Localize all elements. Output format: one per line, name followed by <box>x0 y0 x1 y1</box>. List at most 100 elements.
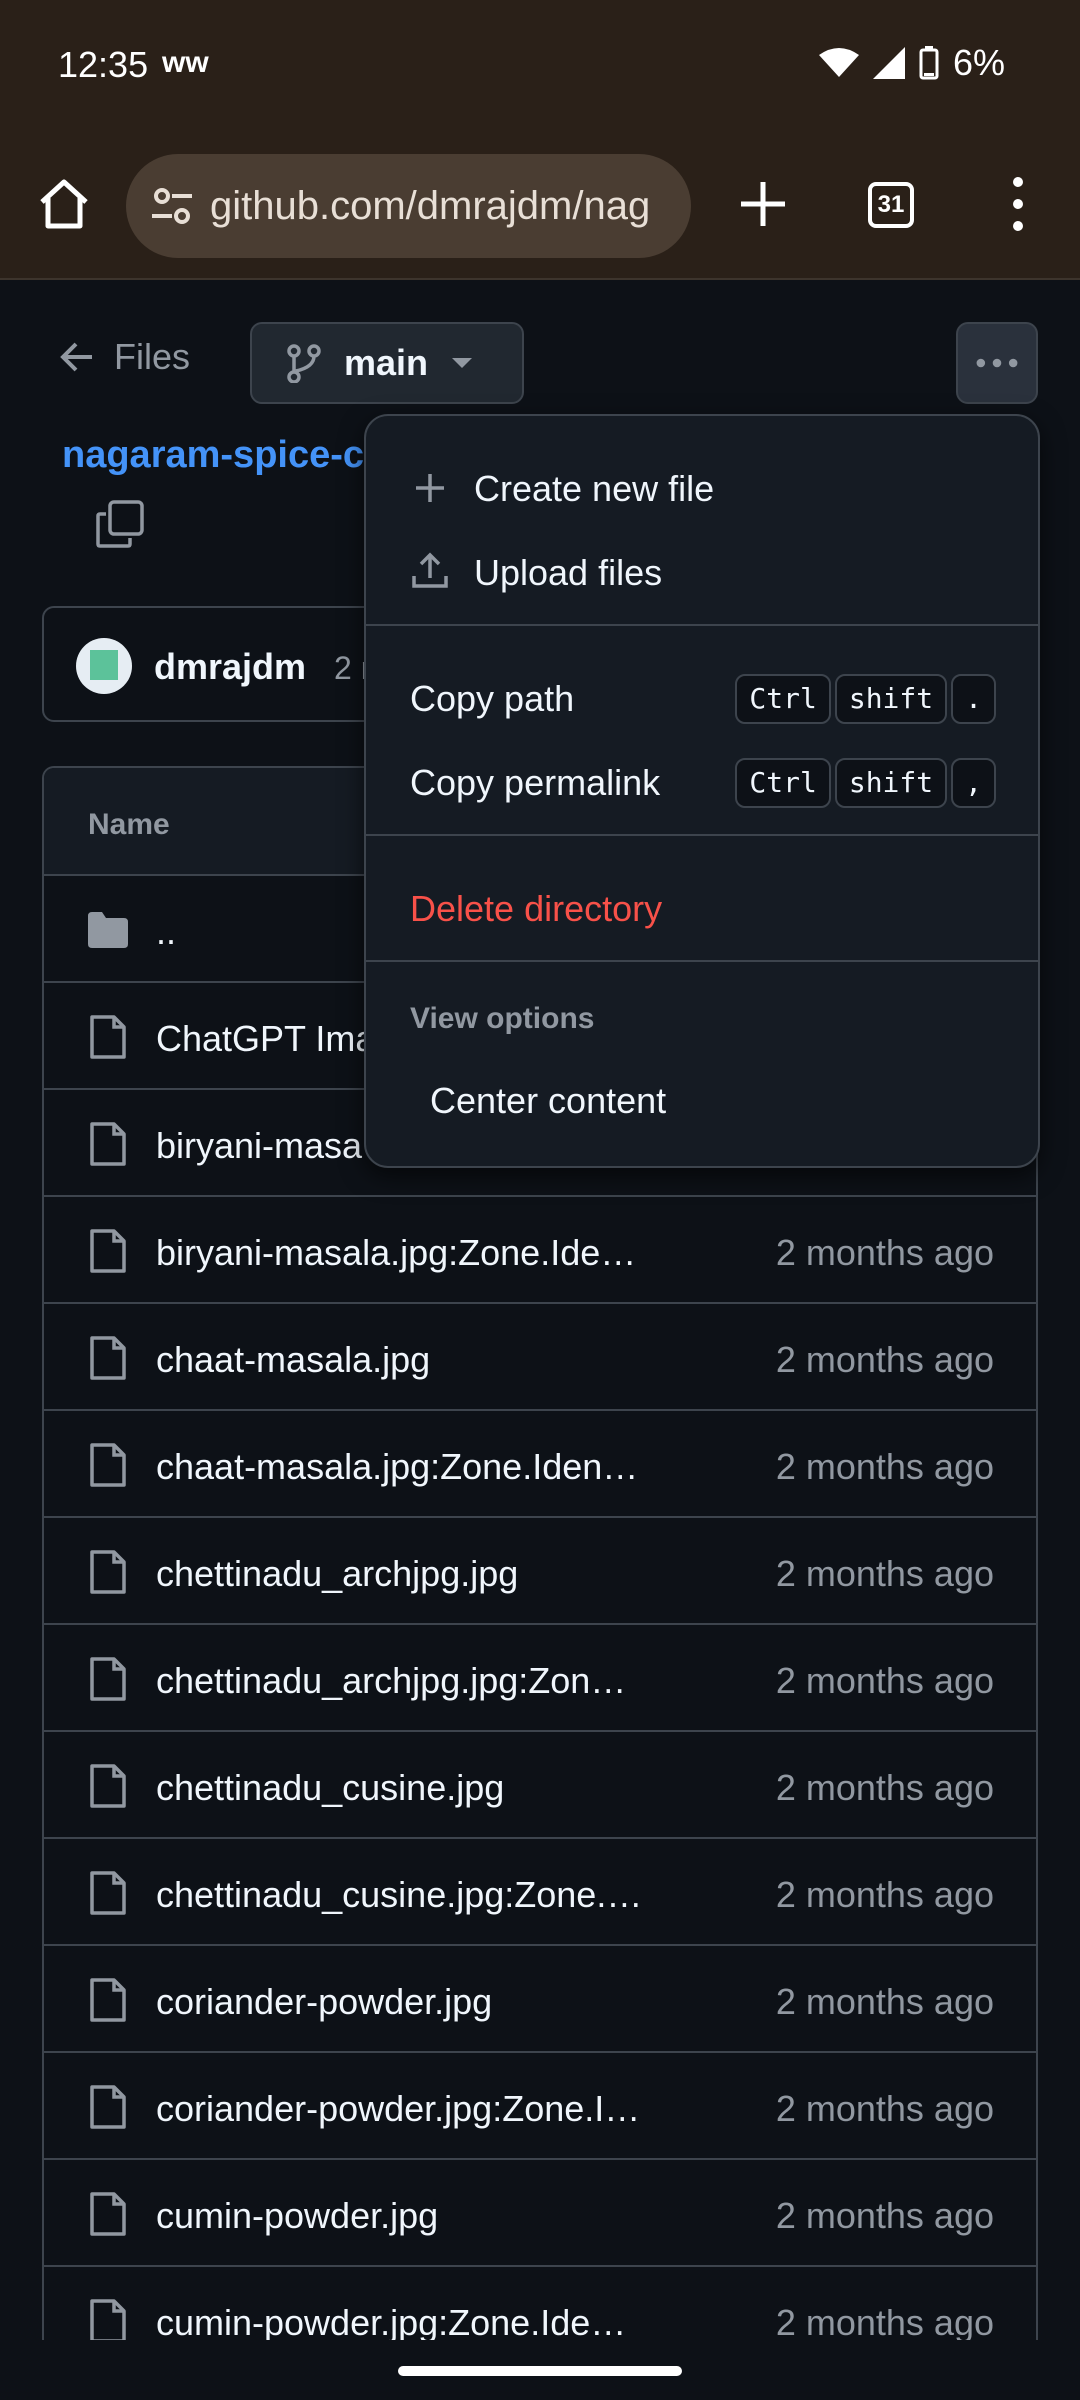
file-name[interactable]: biryani-masa <box>156 1125 362 1167</box>
table-row[interactable]: chaat-masala.jpg 2 months ago <box>44 1304 1036 1411</box>
copy-permalink-shortcut: Ctrl shift , <box>735 758 996 808</box>
file-date: 2 months ago <box>775 2195 994 2236</box>
new-tab-icon[interactable] <box>733 174 793 234</box>
file-name[interactable]: biryani-masala.jpg:Zone.Ide… <box>156 1232 636 1274</box>
git-branch-icon <box>287 344 321 383</box>
tab-switcher-button[interactable]: 31 <box>868 182 914 228</box>
avatar[interactable] <box>76 638 132 694</box>
file-name[interactable]: ChatGPT Ima <box>156 1018 375 1060</box>
file-icon <box>90 1443 126 1487</box>
table-row[interactable]: chettinadu_archjpg.jpg:Zon… 2 months ago <box>44 1625 1036 1732</box>
browser-toolbar: github.com/dmrajdm/nag 31 <box>0 130 1080 280</box>
signal-icon <box>872 47 905 79</box>
file-icon <box>90 1336 126 1380</box>
table-row[interactable]: chettinadu_cusine.jpg 2 months ago <box>44 1732 1036 1839</box>
plus-icon <box>416 474 444 502</box>
table-row[interactable]: cumin-powder.jpg 2 months ago <box>44 2160 1036 2267</box>
file-icon <box>90 2192 126 2236</box>
copy-icon[interactable] <box>96 500 144 548</box>
file-icon <box>90 1122 126 1166</box>
table-row[interactable]: chettinadu_cusine.jpg:Zone.… 2 months ago <box>44 1839 1036 1946</box>
file-icon <box>90 1015 126 1059</box>
table-row[interactable]: coriander-powder.jpg:Zone.I… 2 months ago <box>44 2053 1036 2160</box>
upload-icon <box>412 552 448 588</box>
file-date: 2 months ago <box>775 2302 994 2340</box>
kbd-key: Ctrl <box>735 674 831 724</box>
files-back-link[interactable]: Files <box>60 336 190 378</box>
table-row[interactable]: cumin-powder.jpg:Zone.Ide… 2 months ago <box>44 2267 1036 2340</box>
file-name[interactable]: coriander-powder.jpg <box>156 1981 492 2023</box>
file-name[interactable]: chettinadu_cusine.jpg <box>156 1767 504 1809</box>
wifi-icon <box>818 48 859 77</box>
app-badge-icon: ww <box>162 46 209 79</box>
file-date: 2 months ago <box>775 1767 994 1808</box>
file-date: 2 months ago <box>775 1232 994 1273</box>
table-row[interactable]: chettinadu_archjpg.jpg 2 months ago <box>44 1518 1036 1625</box>
site-settings-icon[interactable] <box>150 184 194 228</box>
delete-directory-item[interactable]: Delete directory <box>366 866 1038 950</box>
upload-files-label: Upload files <box>474 552 663 593</box>
kbd-key: . <box>951 674 996 724</box>
status-icons: 6% <box>818 42 1005 84</box>
file-date: 2 months ago <box>775 1874 994 1915</box>
files-label: Files <box>114 336 191 377</box>
home-icon[interactable] <box>34 174 94 234</box>
repo-breadcrumb-link[interactable]: nagaram-spice-c <box>62 434 372 477</box>
upload-files-item[interactable]: Upload files <box>366 530 1038 614</box>
kbd-key: , <box>951 758 996 808</box>
file-icon <box>90 2299 126 2340</box>
file-name[interactable]: chaat-masala.jpg <box>156 1339 430 1381</box>
file-icon <box>90 1550 126 1594</box>
file-date: 2 months ago <box>775 1553 994 1594</box>
commit-author[interactable]: dmrajdm <box>154 646 306 688</box>
branch-selector[interactable]: main <box>250 322 524 404</box>
file-date: 2 months ago <box>775 1446 994 1487</box>
caret-down-icon <box>452 358 473 368</box>
file-date: 2 months ago <box>775 1660 994 1701</box>
center-content-label: Center content <box>430 1080 667 1121</box>
copy-path-item[interactable]: Copy path Ctrl shift . <box>366 656 1038 740</box>
table-row[interactable]: biryani-masala.jpg:Zone.Ide… 2 months ago <box>44 1197 1036 1304</box>
file-date: 2 months ago <box>775 1339 994 1380</box>
address-bar[interactable]: github.com/dmrajdm/nag <box>126 154 691 258</box>
file-name[interactable]: chaat-masala.jpg:Zone.Iden… <box>156 1446 638 1488</box>
gesture-bar[interactable] <box>398 2366 682 2376</box>
branch-name: main <box>344 342 429 383</box>
file-name[interactable]: .. <box>156 911 176 953</box>
status-bar: 12:35 ww 6% <box>0 0 1080 130</box>
menu-divider <box>366 834 1038 836</box>
browser-menu-icon[interactable] <box>1000 172 1036 236</box>
file-icon <box>90 1871 126 1915</box>
more-options-button[interactable] <box>956 322 1038 404</box>
status-time: 12:35 <box>58 44 149 85</box>
center-content-item[interactable]: Center content <box>366 1058 1038 1142</box>
file-name[interactable]: chettinadu_cusine.jpg:Zone.… <box>156 1874 642 1916</box>
folder-icon <box>88 912 128 948</box>
file-name[interactable]: chettinadu_archjpg.jpg <box>156 1553 518 1595</box>
copy-permalink-item[interactable]: Copy permalink Ctrl shift , <box>366 740 1038 824</box>
file-icon <box>90 1229 126 1273</box>
file-icon <box>90 2085 126 2129</box>
delete-directory-label: Delete directory <box>410 888 663 929</box>
file-name[interactable]: cumin-powder.jpg:Zone.Ide… <box>156 2302 626 2340</box>
create-new-file-item[interactable]: Create new file <box>366 446 1038 530</box>
file-name[interactable]: cumin-powder.jpg <box>156 2195 438 2237</box>
table-row[interactable]: coriander-powder.jpg 2 months ago <box>44 1946 1036 2053</box>
menu-divider <box>366 624 1038 626</box>
create-new-file-label: Create new file <box>474 468 715 509</box>
file-icon <box>90 1657 126 1701</box>
file-icon <box>90 1764 126 1808</box>
kbd-key: shift <box>834 758 948 808</box>
copy-permalink-label: Copy permalink <box>410 762 661 803</box>
url-text: github.com/dmrajdm/nag <box>210 184 651 228</box>
menu-divider <box>366 960 1038 962</box>
arrow-left-icon <box>60 342 92 372</box>
file-name[interactable]: coriander-powder.jpg:Zone.I… <box>156 2088 640 2130</box>
view-options-label: View options <box>410 1002 595 1035</box>
file-date: 2 months ago <box>775 2088 994 2129</box>
battery-icon <box>919 46 939 80</box>
table-row[interactable]: chaat-masala.jpg:Zone.Iden… 2 months ago <box>44 1411 1036 1518</box>
file-name[interactable]: chettinadu_archjpg.jpg:Zon… <box>156 1660 626 1702</box>
file-icon <box>90 1978 126 2022</box>
battery-level: 6% <box>952 42 1005 83</box>
